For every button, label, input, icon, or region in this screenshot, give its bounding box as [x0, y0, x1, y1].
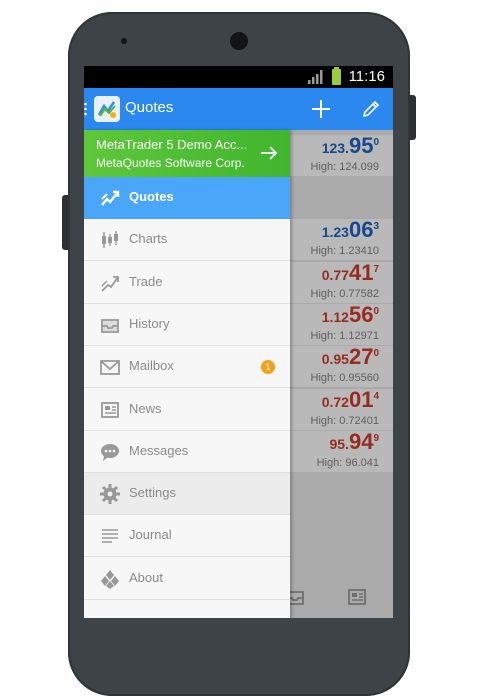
menu-item-label: History — [129, 315, 170, 331]
edit-pencil-icon[interactable] — [360, 98, 382, 120]
menu-item-quotes[interactable]: Quotes — [84, 177, 290, 219]
status-time: 11:16 — [348, 68, 385, 85]
account-company: MetaQuotes Software Corp. — [96, 156, 245, 170]
phone-screen: 11:16 Quotes 123.950 High: 124.099 1.23063… — [84, 66, 393, 618]
menu-item-settings[interactable]: Settings — [84, 473, 290, 516]
menu-item-trade[interactable]: Trade — [84, 262, 290, 304]
menu-item-label: About — [129, 569, 163, 585]
menu-item-label: Quotes — [129, 189, 174, 204]
proximity-sensor — [121, 38, 127, 44]
account-header[interactable]: MetaTrader 5 Demo Acc... MetaQuotes Soft… — [84, 130, 290, 177]
app-bar: Quotes — [84, 88, 393, 130]
metatrader-logo-icon[interactable] — [94, 96, 120, 122]
trade-icon — [101, 275, 119, 292]
menu-item-mailbox[interactable]: Mailbox 1 — [84, 346, 290, 389]
mailbox-icon — [100, 360, 120, 376]
arrow-right-icon[interactable] — [260, 145, 278, 161]
menu-item-label: Settings — [129, 485, 176, 501]
menu-item-label: News — [129, 400, 162, 416]
front-camera — [230, 32, 248, 50]
add-symbol-button[interactable] — [310, 98, 332, 120]
menu-item-label: Trade — [129, 273, 163, 289]
menu-item-label: Journal — [129, 527, 172, 543]
journal-icon — [102, 529, 118, 544]
menu-item-journal[interactable]: Journal — [84, 515, 290, 558]
menu-item-history[interactable]: History — [84, 304, 290, 346]
charts-icon — [102, 231, 118, 249]
menu-item-charts[interactable]: Charts — [84, 219, 290, 262]
settings-icon — [100, 484, 120, 505]
status-bar: 11:16 — [84, 66, 393, 88]
news-icon — [101, 401, 119, 418]
menu-item-about[interactable]: About — [84, 558, 290, 600]
messages-icon — [101, 443, 119, 461]
app-title: Quotes — [125, 99, 174, 116]
unread-badge: 1 — [261, 360, 275, 375]
signal-icon — [308, 70, 323, 84]
account-name: MetaTrader 5 Demo Acc... — [96, 137, 248, 152]
about-icon — [101, 569, 119, 589]
quotes-icon — [101, 190, 120, 206]
history-icon — [101, 318, 119, 333]
menu-item-messages[interactable]: Messages — [84, 431, 290, 473]
menu-item-news[interactable]: News — [84, 389, 290, 431]
menu-item-label: Charts — [129, 231, 168, 247]
navigation-drawer: MetaTrader 5 Demo Acc... MetaQuotes Soft… — [84, 130, 290, 618]
overflow-dots-icon[interactable] — [84, 102, 87, 116]
menu-item-label: Mailbox — [129, 358, 174, 374]
battery-icon — [332, 67, 341, 85]
menu-item-label: Messages — [129, 442, 189, 458]
